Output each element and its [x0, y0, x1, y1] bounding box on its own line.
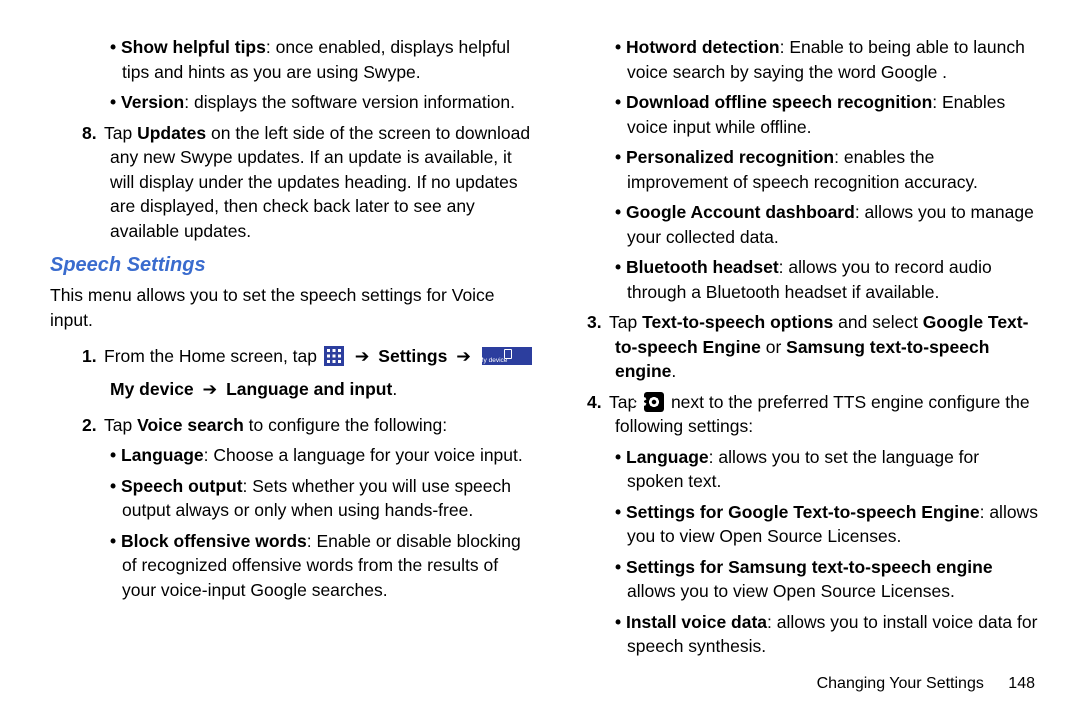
bullet-version: Version: displays the software version i…: [50, 90, 535, 115]
bullet-block-offensive: Block offensive words: Enable or disable…: [50, 529, 535, 603]
right-column: Hotword detection: Enable to being able …: [555, 35, 1040, 665]
arrow-icon: ➔: [456, 346, 471, 366]
bullet-samsung-tts-settings: Settings for Samsung text-to-speech engi…: [555, 555, 1040, 604]
bullet-hotword: Hotword detection: Enable to being able …: [555, 35, 1040, 84]
my-device-tab-icon: My device: [482, 347, 532, 365]
arrow-icon: ➔: [203, 379, 218, 399]
bullet-install-voice: Install voice data: allows you to instal…: [555, 610, 1040, 659]
arrow-icon: ➔: [355, 346, 370, 366]
step-3: 3.Tap Text-to-speech options and select …: [555, 310, 1040, 384]
bullet-personalized: Personalized recognition: enables the im…: [555, 145, 1040, 194]
step-8: 8.Tap Updates on the left side of the sc…: [50, 121, 535, 244]
bullet-offline-speech: Download offline speech recognition: Ena…: [555, 90, 1040, 139]
bullet-speech-output: Speech output: Sets whether you will use…: [50, 474, 535, 523]
page-number: 148: [1008, 675, 1035, 692]
bullet-google-tts-settings: Settings for Google Text-to-speech Engin…: [555, 500, 1040, 549]
intro-text: This menu allows you to set the speech s…: [50, 283, 535, 332]
page-footer: Changing Your Settings 148: [817, 673, 1035, 695]
bullet-tts-language: Language: allows you to set the language…: [555, 445, 1040, 494]
heading-speech-settings: Speech Settings: [50, 251, 535, 279]
left-column: Show helpful tips: once enabled, display…: [50, 35, 535, 665]
gear-icon: [644, 392, 664, 412]
apps-grid-icon: [324, 346, 344, 366]
bullet-google-dashboard: Google Account dashboard: allows you to …: [555, 200, 1040, 249]
bullet-show-tips: Show helpful tips: once enabled, display…: [50, 35, 535, 84]
step-2: 2.Tap Voice search to configure the foll…: [50, 413, 535, 438]
bullet-language: Language: Choose a language for your voi…: [50, 443, 535, 468]
step-4: 4.Tap next to the preferred TTS engine c…: [555, 390, 1040, 439]
page-body: Show helpful tips: once enabled, display…: [0, 0, 1080, 695]
footer-section: Changing Your Settings: [817, 675, 984, 692]
step-1: 1.From the Home screen, tap ➔ Settings ➔…: [50, 340, 535, 407]
bullet-bluetooth-headset: Bluetooth headset: allows you to record …: [555, 255, 1040, 304]
